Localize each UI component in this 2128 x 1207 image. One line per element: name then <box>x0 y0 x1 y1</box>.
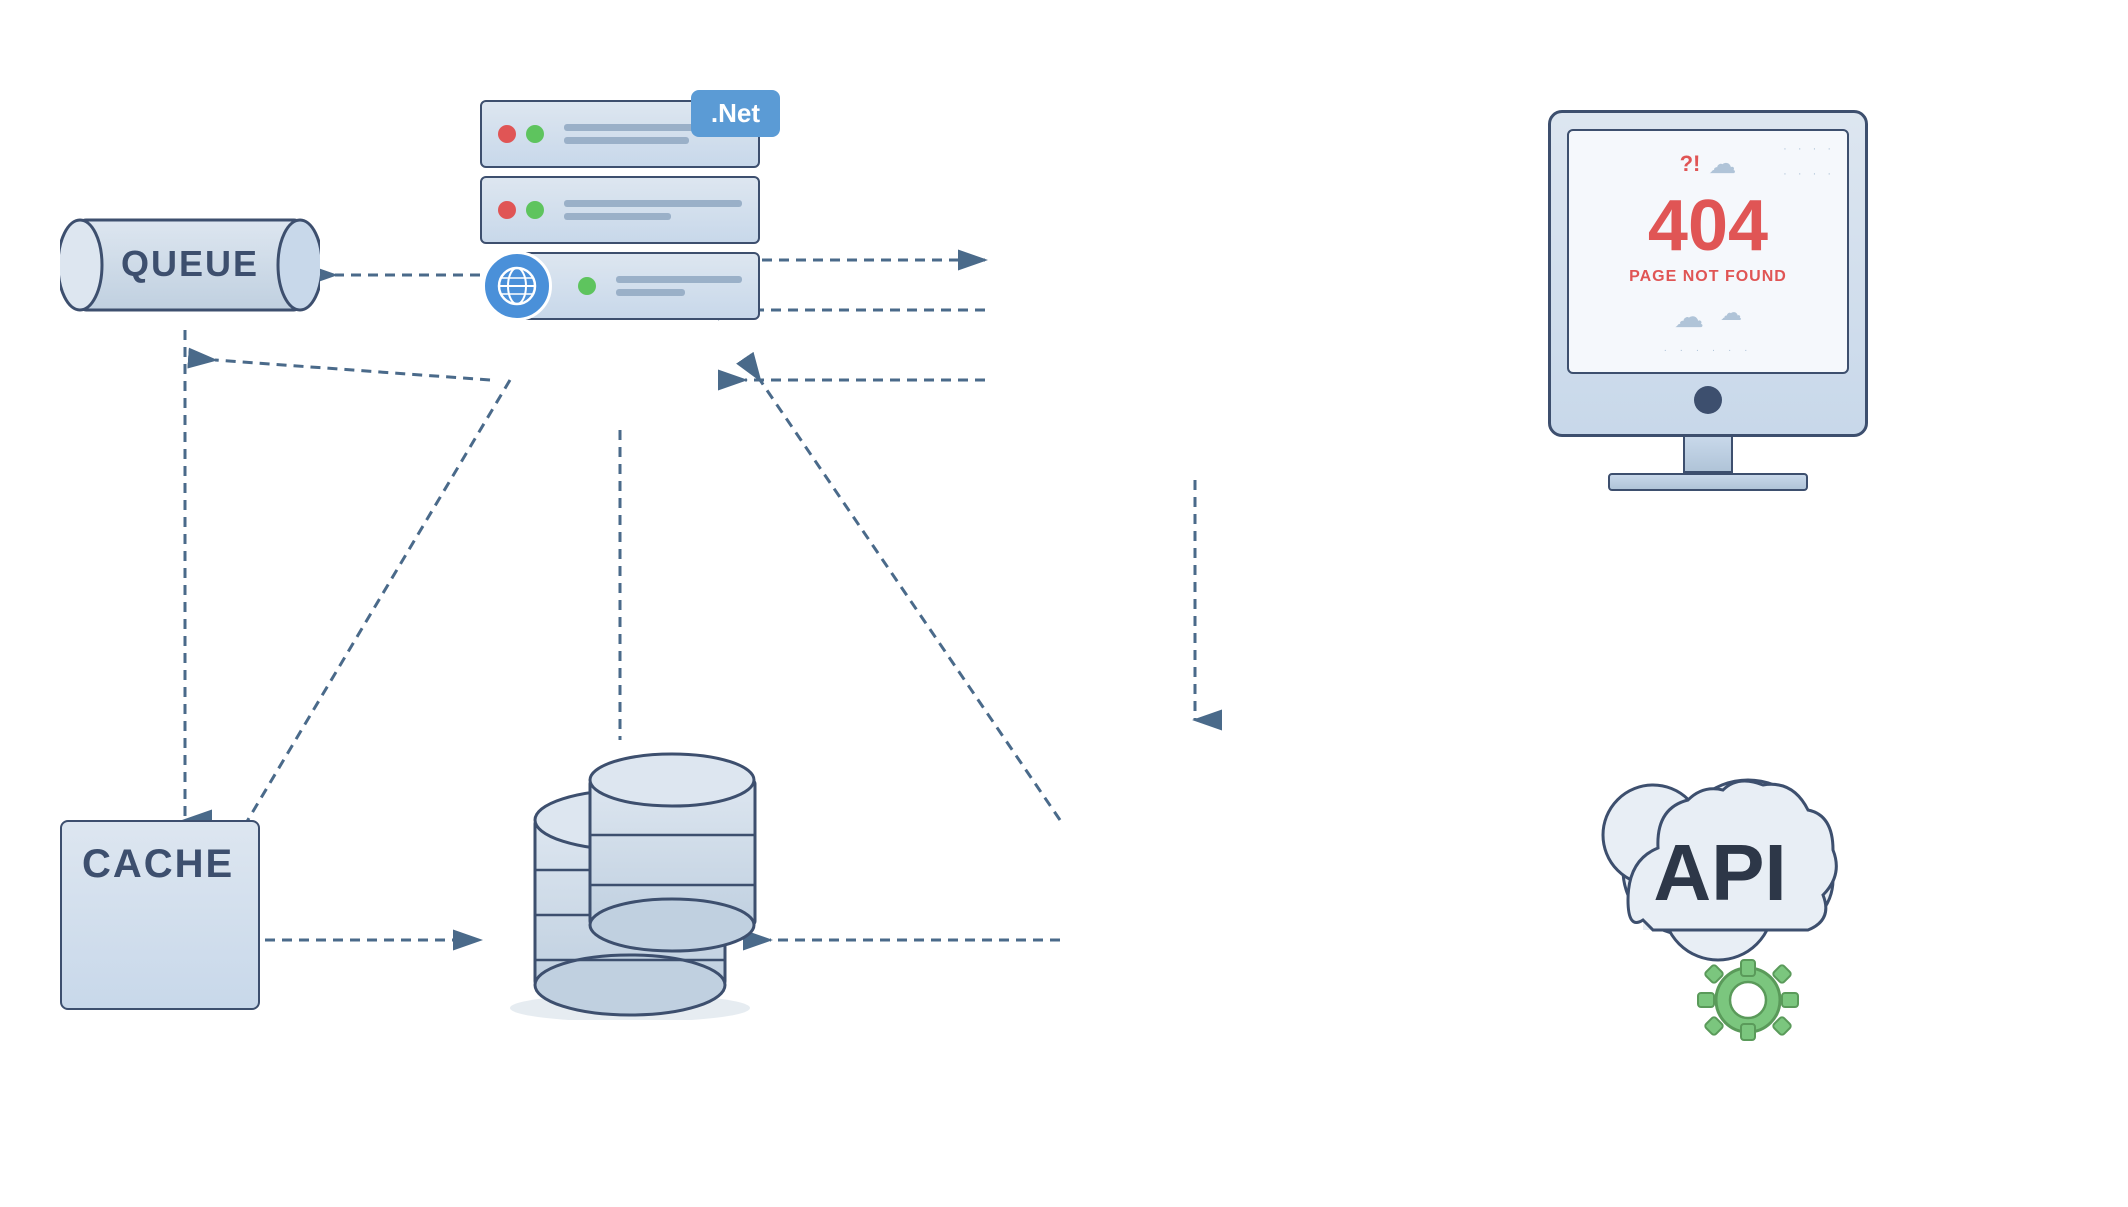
globe-badge <box>482 251 552 321</box>
server-line <box>616 289 685 296</box>
dot-red-1 <box>498 125 516 143</box>
server-stack: .Net <box>480 100 760 328</box>
error-page-not-found: PAGE NOT FOUND <box>1629 268 1787 286</box>
api-component: API <box>1568 720 1848 1065</box>
monitor-power-button <box>1694 386 1722 414</box>
cache-component: CACHE <box>60 820 280 1030</box>
server-row-3 <box>510 252 760 320</box>
cache-box: CACHE <box>60 820 260 1010</box>
dot-green-1 <box>526 125 544 143</box>
question-marks: ?! <box>1680 151 1701 177</box>
server-line <box>564 200 742 207</box>
diagram-container: QUEUE .Net <box>0 0 2128 1207</box>
screen-dots: · · · · <box>1783 143 1835 155</box>
monitor-component: · · · · · · · · ?! ☁ 404 PAGE NOT FOUND … <box>1548 110 1868 491</box>
server-line <box>564 137 689 144</box>
monitor-stand-neck <box>1683 437 1733 473</box>
server-lines-3 <box>616 276 742 296</box>
error-404: 404 <box>1648 190 1768 262</box>
queue-cylinder-svg: QUEUE <box>60 200 320 330</box>
server-row-2 <box>480 176 760 244</box>
svg-text:API: API <box>1653 828 1786 917</box>
dotnet-badge: .Net <box>691 90 780 137</box>
server-lines-2 <box>564 200 742 220</box>
screen-dots-2: · · · · <box>1783 168 1835 180</box>
globe-icon <box>496 265 538 307</box>
screen-bottom-dots: · · · · · · <box>1664 345 1753 356</box>
dot-green-2 <box>526 201 544 219</box>
database-component <box>480 740 760 1025</box>
svg-text:QUEUE: QUEUE <box>121 243 259 284</box>
cloud-left: ☁ <box>1708 147 1736 180</box>
cache-label: CACHE <box>82 842 234 887</box>
monitor-stand-base <box>1608 473 1808 491</box>
dot-green-3 <box>578 277 596 295</box>
queue-component: QUEUE <box>60 200 320 330</box>
server-line <box>564 213 671 220</box>
dot-red-2 <box>498 201 516 219</box>
api-svg: API <box>1568 720 1868 1060</box>
cloud-bottom-left: ☁ <box>1674 300 1704 335</box>
database-svg <box>480 740 780 1020</box>
cloud-bottom-right: ☁ <box>1720 300 1742 335</box>
server-line <box>616 276 742 283</box>
